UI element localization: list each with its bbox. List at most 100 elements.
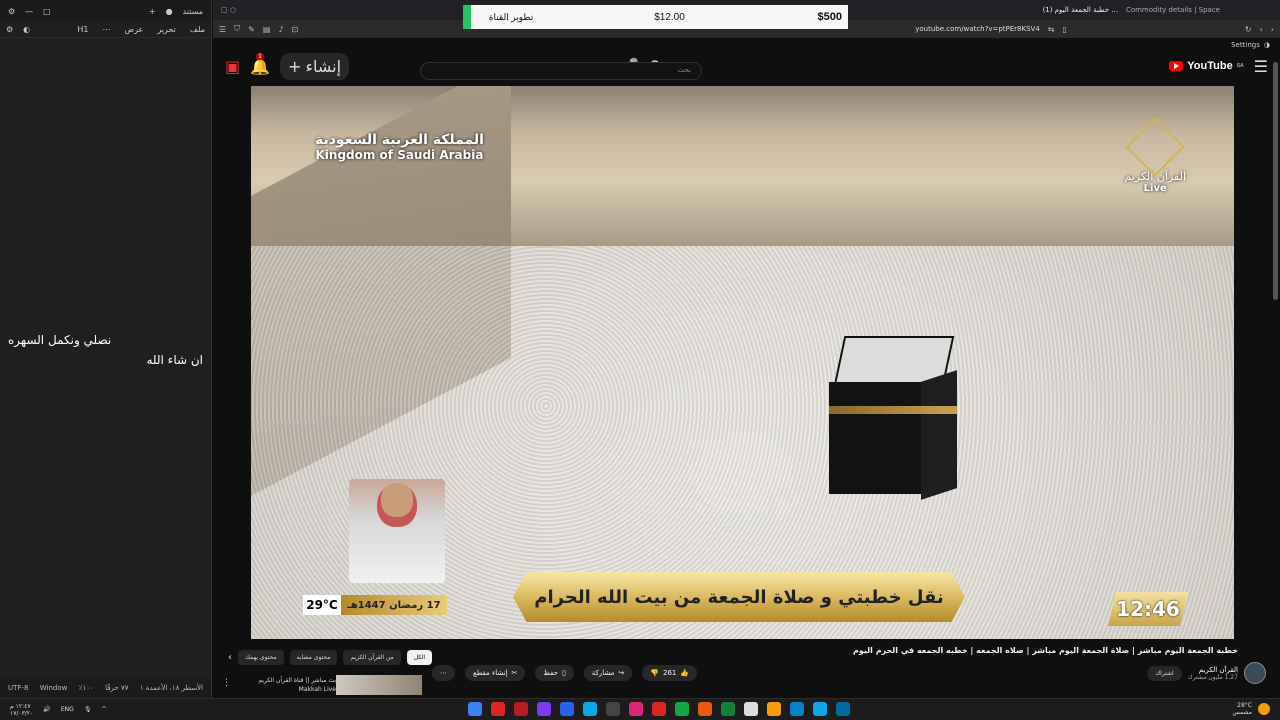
share-button[interactable]: مشاركة ↪ — [583, 665, 633, 681]
status-chars: ٧٧ حرفًا — [105, 684, 129, 692]
address-bar[interactable]: youtube.com/watch?v=ptPEr8KSV4 — [915, 25, 1040, 33]
create-button[interactable]: + إنشاء — [280, 52, 350, 80]
extension-icon[interactable]: ▣ — [225, 57, 240, 76]
commodity-popup[interactable]: تطوير القناة $12.00 $500 — [463, 5, 848, 29]
brave-icon[interactable] — [698, 702, 712, 716]
tray-expand-icon[interactable]: ^ — [101, 706, 106, 713]
status-lineending: Window — [39, 684, 68, 692]
clock[interactable]: ١٢:٤٧ م ١٧/٠٣/٢٠ — [10, 703, 33, 717]
status-zoom: ١٠٠٪ — [78, 684, 94, 692]
theme-icon[interactable]: ◑ — [1264, 41, 1270, 49]
app-icon[interactable] — [468, 702, 482, 716]
app-icon[interactable] — [514, 702, 528, 716]
minimize-icon[interactable]: — — [25, 7, 33, 16]
text-line-1: نصلي ونكمل السهره — [8, 333, 112, 347]
more-icon[interactable]: ⋯ — [102, 25, 110, 34]
system-tray: ١٢:٤٧ م ١٧/٠٣/٢٠ 🔊 ENG 🎙 ^ — [0, 703, 106, 717]
app-icon[interactable] — [560, 702, 574, 716]
app-icon[interactable] — [606, 702, 620, 716]
back-icon[interactable]: ‹ — [1260, 25, 1263, 34]
notepad-statusbar: الأسطر ١٨، الأعمدة ١ ٧٧ حرفًا ١٠٠٪ Windo… — [0, 678, 211, 698]
status-bar-accent — [463, 5, 471, 29]
menu-edit[interactable]: تحرير — [157, 25, 175, 34]
pin-icon[interactable]: ✎ — [248, 25, 255, 34]
more-actions-button[interactable]: ⋯ — [432, 665, 455, 681]
gear-icon[interactable]: ⚙ — [6, 25, 13, 34]
app-icon[interactable] — [629, 702, 643, 716]
clock-badge: 12:46 — [1108, 592, 1188, 626]
chip-quran[interactable]: من القرآن الكريم — [343, 650, 401, 665]
page-scrollbar[interactable] — [1273, 62, 1278, 300]
channel-avatar[interactable] — [1244, 662, 1266, 684]
settings-icon[interactable]: ⚙ — [8, 7, 15, 16]
notifications-icon[interactable]: 🔔 1 — [250, 52, 270, 76]
copilot-icon[interactable]: ◐ — [23, 25, 30, 34]
folder-icon[interactable] — [767, 702, 781, 716]
unsaved-dot-icon: ● — [165, 6, 173, 16]
side-video-title[interactable]: بث مباشر || قناة القرآن الكريم Makkah Li… — [236, 676, 336, 694]
browser-tab-youtube[interactable]: (1) خطبة الجمعة اليوم ... — [1043, 6, 1126, 14]
youtube-logo[interactable]: YouTube SA — [1169, 60, 1244, 72]
settings-link[interactable]: Settings — [1231, 41, 1260, 49]
like-icon[interactable]: 👍 — [680, 669, 689, 677]
sun-icon — [1258, 703, 1270, 715]
chip-similar[interactable]: محتوى مشابه — [289, 650, 338, 665]
app-icon[interactable] — [813, 702, 827, 716]
app-icon[interactable] — [491, 702, 505, 716]
chip-all[interactable]: الكل — [406, 650, 433, 665]
screenshot-icon[interactable]: ⊡ — [292, 25, 299, 34]
taskbar: ١٢:٤٧ م ١٧/٠٣/٢٠ 🔊 ENG 🎙 ^ 28°C مشمس — [0, 698, 1280, 720]
side-more-icon[interactable]: ⋮ — [222, 678, 231, 688]
menu-view[interactable]: عرض — [124, 25, 143, 34]
music-icon[interactable]: ♪ — [278, 25, 283, 34]
menu-file[interactable]: ملف — [190, 25, 205, 34]
status-position: الأسطر ١٨، الأعمدة ١ — [139, 684, 203, 692]
heading-button[interactable]: H1 — [77, 25, 88, 34]
xbox-icon[interactable] — [721, 702, 735, 716]
shield-icon[interactable]: ⛉ — [234, 24, 240, 34]
notepad-text-area[interactable]: نصلي ونكمل السهره ان شاء الله — [8, 330, 203, 370]
steam-icon[interactable] — [583, 702, 597, 716]
notepad-tab[interactable]: مستند — [183, 7, 203, 16]
search-input[interactable]: بحث — [420, 62, 702, 80]
dislike-icon[interactable]: 👎 — [650, 669, 659, 677]
video-actions: ⋯ إنشاء مقطع ✂ حفظ ▯ مشاركة ↪ 👎 261 👍 — [432, 665, 698, 681]
channel-watermark: القرآن الكريم Live — [1124, 117, 1186, 194]
browser-tab-commodity[interactable]: Commodity details | Space — [1126, 6, 1280, 14]
video-title: خطبة الجمعة اليوم مباشر | صلاة الجمعة ال… — [853, 646, 1238, 655]
chrome-icon[interactable] — [675, 702, 689, 716]
reload-icon[interactable]: ↻ — [1245, 25, 1252, 34]
menu-icon[interactable]: ☰ — [219, 25, 226, 34]
volume-icon[interactable]: 🔊 — [43, 706, 50, 713]
start-icon[interactable] — [836, 702, 850, 716]
bookmark-icon[interactable]: ▯ — [1062, 25, 1066, 34]
app-icon[interactable] — [744, 702, 758, 716]
notepad-menubar: ⚙ ◐ ملف تحرير عرض ⋯ H1 — [0, 22, 211, 38]
weather-widget[interactable]: 28°C مشمس — [1232, 702, 1270, 716]
language-indicator[interactable]: ENG — [61, 706, 74, 713]
save-button[interactable]: حفظ ▯ — [535, 665, 574, 681]
reader-icon[interactable]: ⇆ — [1048, 25, 1055, 34]
youtube-play-icon — [1169, 61, 1184, 71]
chip-bar: ‹ محتوى يهمك محتوى مشابه من القرآن الكري… — [228, 650, 433, 665]
popup-price: $12.00 — [654, 11, 685, 23]
subscribe-button[interactable]: اشتراك — [1147, 665, 1182, 681]
window-controls[interactable]: □ ○ — [213, 6, 236, 14]
maximize-icon[interactable]: □ — [43, 7, 51, 16]
channel-name[interactable]: القرآن الكريم — [1188, 666, 1238, 674]
app-icon[interactable] — [652, 702, 666, 716]
app-icon[interactable] — [537, 702, 551, 716]
app-icon[interactable] — [790, 702, 804, 716]
side-video-thumbnail[interactable] — [336, 675, 422, 695]
like-dislike[interactable]: 👎 261 👍 — [642, 665, 698, 681]
forward-icon[interactable]: › — [1271, 25, 1274, 34]
add-tab-icon[interactable]: + — [149, 7, 156, 16]
video-player[interactable]: المملكة العربية السعودية Kingdom of Saud… — [251, 86, 1234, 639]
hamburger-icon[interactable]: ☰ — [1254, 57, 1268, 76]
clip-button[interactable]: إنشاء مقطع ✂ — [465, 665, 526, 681]
chip-interest[interactable]: محتوى يهمك — [238, 650, 284, 665]
sidebar-icon[interactable]: ▤ — [263, 25, 271, 34]
chips-back-icon[interactable]: ‹ — [228, 652, 232, 663]
mic-icon[interactable]: 🎙 — [84, 706, 92, 713]
settings-bar: Settings ◑ — [213, 38, 1280, 52]
